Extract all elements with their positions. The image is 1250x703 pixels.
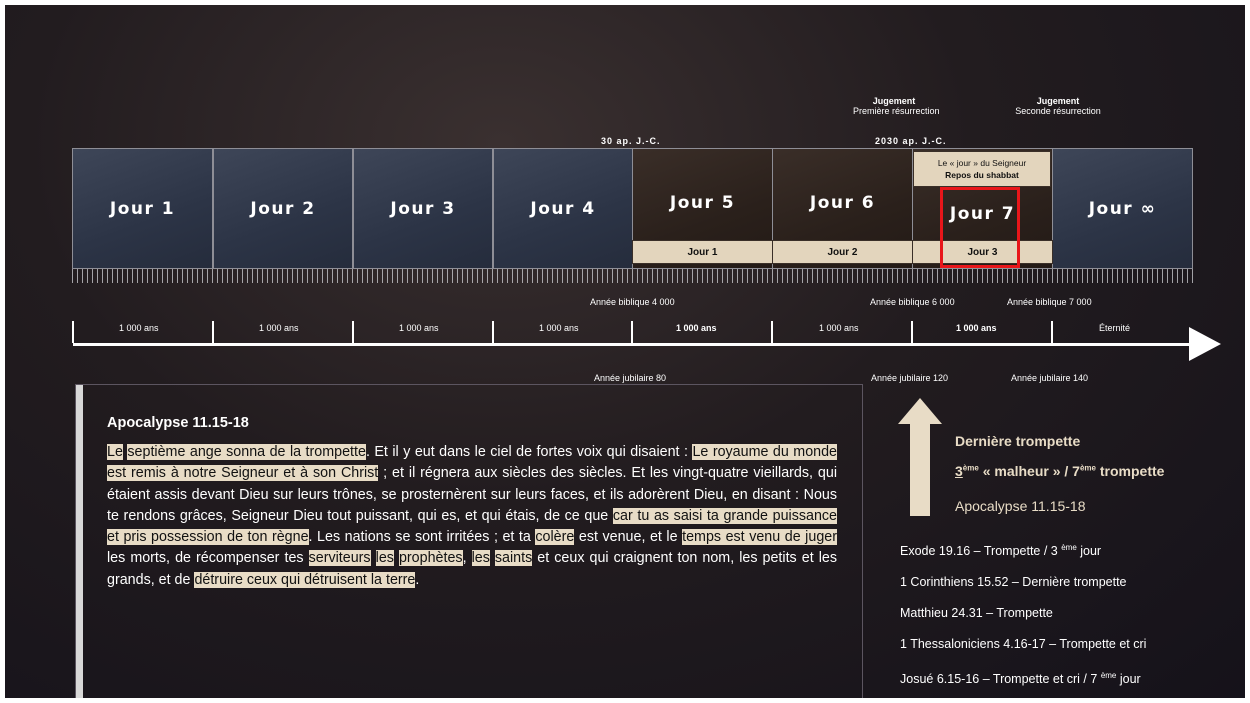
timeline-tick — [492, 321, 494, 343]
timeline-arrow-icon — [1189, 327, 1221, 361]
eternity-label: Éternité — [1099, 323, 1131, 333]
segment-label: 1 000 ans — [819, 323, 859, 333]
segment-label: 1 000 ans — [399, 323, 439, 333]
reference-item: 1 Thessaloniciens 4.16-17 – Trompette et… — [900, 637, 1147, 652]
passage-highlight: saints — [494, 550, 533, 567]
reference-item: 1 Corinthiens 15.52 – Dernière trompette — [900, 575, 1127, 590]
lord-day-box: Le « jour » du Seigneur Repos du shabbat — [913, 151, 1051, 187]
slide: Jugement Première résurrection Jugement Se… — [5, 5, 1245, 698]
timeline-ruler — [72, 269, 1193, 283]
segment-label-bold: 1 000 ans — [956, 323, 997, 333]
day-box-infinity: Jour ∞ — [1052, 148, 1193, 269]
timeline-tick — [631, 321, 633, 343]
jubilee-120: Année jubilaire 120 — [871, 373, 949, 383]
jubilee-140: Année jubilaire 140 — [1011, 373, 1089, 383]
passage-highlight: prophètes — [398, 550, 463, 567]
sub-day-1: Jour 1 — [632, 240, 773, 264]
timeline-tick — [212, 321, 214, 343]
biblical-year-7000: Année biblique 7 000 — [1007, 297, 1092, 307]
jubilee-80: Année jubilaire 80 — [594, 373, 667, 383]
reference-list: Exode 19.16 – Trompette / 3 ème jour 1 C… — [900, 532, 1146, 695]
passage-highlight: colère — [535, 529, 575, 546]
timeline-tick — [1051, 321, 1053, 343]
last-trumpet-heading: Dernière trompette — [955, 433, 1081, 449]
up-arrow-icon — [898, 398, 942, 516]
day-box-1: Jour 1 — [72, 148, 213, 269]
segment-label: 1 000 ans — [119, 323, 159, 333]
segment-label: 1 000 ans — [259, 323, 299, 333]
passage-highlight: serviteurs — [308, 550, 371, 567]
passage-highlight: Le — [107, 444, 123, 460]
passage-highlight: les — [471, 550, 490, 567]
judgement-2: Jugement Seconde résurrection — [1015, 96, 1101, 116]
date-30: 30 ap. J.-C. — [601, 136, 661, 146]
sub-day-2: Jour 2 — [772, 240, 913, 264]
reference-item: Matthieu 24.31 – Trompette — [900, 606, 1053, 621]
segment-label-bold: 1 000 ans — [676, 323, 717, 333]
date-2030: 2030 ap. J.-C. — [875, 136, 947, 146]
day-box-2: Jour 2 — [213, 148, 353, 269]
timeline-tick — [911, 321, 913, 343]
timeline-tick — [72, 321, 74, 343]
timeline-tick — [771, 321, 773, 343]
malheur-line: 3ème « malheur » / 7ème trompette — [955, 463, 1165, 479]
timeline-tick — [352, 321, 354, 343]
passage-highlight: les — [375, 550, 394, 567]
right-reference: Apocalypse 11.15-18 — [955, 498, 1086, 514]
passage-title: Apocalypse 11.15-18 — [107, 415, 249, 431]
panel-bar — [76, 385, 83, 698]
passage-text: Le septième ange sonna de la trompette. … — [107, 444, 838, 588]
judgement-1: Jugement Première résurrection — [853, 96, 940, 116]
reference-item: Josué 6.15-16 – Trompette et cri / 7 ème… — [900, 671, 1141, 687]
passage-highlight: temps est venu de juger — [682, 529, 837, 546]
passage-highlight: détruire ceux qui détruisent la terre — [194, 571, 416, 588]
day-box-4: Jour 4 — [493, 148, 633, 269]
passage-highlight: septième ange sonna de la trompette — [127, 444, 366, 460]
biblical-year-4000: Année biblique 4 000 — [590, 297, 675, 307]
day-box-3: Jour 3 — [353, 148, 493, 269]
biblical-year-6000: Année biblique 6 000 — [870, 297, 955, 307]
reference-item: Exode 19.16 – Trompette / 3 ème jour — [900, 543, 1102, 559]
timeline-line — [73, 343, 1193, 346]
segment-label: 1 000 ans — [539, 323, 579, 333]
highlight-frame — [940, 187, 1020, 268]
